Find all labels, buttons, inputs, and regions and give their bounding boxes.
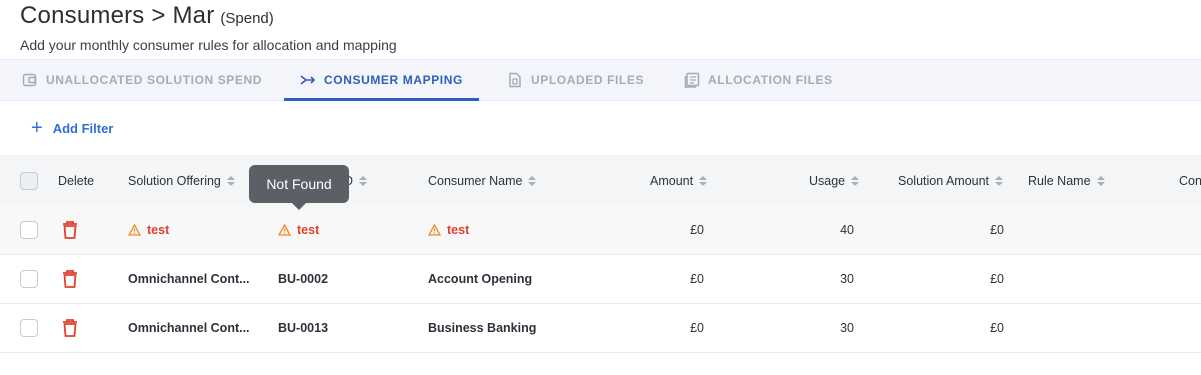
usage-cell: 30 — [840, 321, 854, 335]
page-header: Consumers > Mar (Spend) Add your monthly… — [20, 2, 397, 53]
solution-amount-cell: £0 — [990, 272, 1004, 286]
id-cell: BU-0002 — [278, 272, 329, 286]
page-title: Consumers > Mar (Spend) — [20, 2, 397, 30]
consumer-name-cell: test — [428, 206, 469, 254]
column-header-solution-offering[interactable]: Solution Offering — [128, 155, 235, 206]
column-header-usage[interactable]: Usage — [809, 155, 860, 206]
page-subtitle: Add your monthly consumer rules for allo… — [20, 37, 397, 53]
add-filter-button[interactable]: + Add Filter — [31, 118, 113, 138]
sort-icon — [995, 175, 1004, 186]
tab-unallocated-solution-spend[interactable]: UNALLOCATED SOLUTION SPEND — [22, 60, 262, 100]
tab-consumer-mapping[interactable]: CONSUMER MAPPING — [284, 60, 479, 101]
warning-icon — [278, 224, 291, 236]
amount-cell: £0 — [690, 272, 704, 286]
id-cell: BU-0013 — [278, 321, 329, 335]
not-found-tooltip: Not Found — [249, 165, 349, 210]
tab-label: UPLOADED FILES — [531, 73, 645, 87]
consumer-name-cell: Business Banking — [428, 321, 537, 335]
consumer-name-cell: Account Opening — [428, 272, 533, 286]
sort-icon — [1096, 175, 1105, 186]
amount-cell: £0 — [690, 223, 704, 237]
sort-icon — [851, 175, 860, 186]
tab-label: UNALLOCATED SOLUTION SPEND — [46, 73, 263, 87]
column-header-rule-name[interactable]: Rule Name — [1028, 155, 1105, 206]
table-row: Omnichannel Cont... BU-0002 Account Open… — [0, 255, 1201, 304]
warning-icon — [128, 224, 141, 236]
delete-icon[interactable] — [61, 206, 79, 254]
sort-icon — [226, 175, 235, 186]
tab-label: ALLOCATION FILES — [708, 73, 833, 87]
tab-bar: UNALLOCATED SOLUTION SPEND CONSUMER MAPP… — [0, 59, 1201, 101]
column-header-delete: Delete — [58, 173, 95, 188]
sort-icon — [528, 175, 537, 186]
warning-icon — [428, 224, 441, 236]
add-filter-label: Add Filter — [52, 120, 114, 136]
mapping-arrow-icon — [300, 72, 316, 88]
plus-icon: + — [31, 117, 43, 139]
tab-label: CONSUMER MAPPING — [324, 73, 463, 87]
delete-icon[interactable] — [61, 255, 79, 303]
usage-cell: 30 — [840, 272, 854, 286]
wallet-icon — [22, 72, 38, 88]
select-all-checkbox[interactable] — [20, 155, 38, 206]
file-icon — [507, 72, 523, 88]
page-title-text: Consumers > Mar — [20, 2, 215, 29]
tab-uploaded-files[interactable]: UPLOADED FILES — [507, 60, 644, 100]
row-checkbox[interactable] — [20, 255, 38, 303]
amount-cell: £0 — [690, 321, 704, 335]
solution-offering-cell: test — [128, 206, 169, 254]
solution-amount-cell: £0 — [990, 321, 1004, 335]
sort-icon — [699, 175, 708, 186]
sort-icon — [359, 175, 368, 186]
solution-offering-cell: Omnichannel Cont... — [128, 321, 250, 335]
usage-cell: 40 — [840, 223, 854, 237]
row-checkbox[interactable] — [20, 304, 38, 352]
column-header-con[interactable]: Con — [1179, 155, 1201, 206]
table-row: test test test £0 40 £0 — [0, 206, 1201, 255]
solution-offering-cell: Omnichannel Cont... — [128, 272, 250, 286]
tab-allocation-files[interactable]: ALLOCATION FILES — [684, 60, 833, 100]
row-checkbox[interactable] — [20, 206, 38, 254]
page-title-suffix: (Spend) — [220, 10, 274, 27]
delete-icon[interactable] — [61, 304, 79, 352]
table-header: Delete Solution Offering D Consumer Name… — [0, 155, 1201, 206]
document-list-icon — [684, 72, 700, 88]
consumer-mapping-table: Delete Solution Offering D Consumer Name… — [0, 155, 1201, 353]
column-header-solution-amount[interactable]: Solution Amount — [898, 155, 1004, 206]
column-header-consumer-name[interactable]: Consumer Name — [428, 155, 537, 206]
table-row: Omnichannel Cont... BU-0013 Business Ban… — [0, 304, 1201, 353]
solution-amount-cell: £0 — [990, 223, 1004, 237]
column-header-amount[interactable]: Amount — [650, 155, 708, 206]
id-cell: test — [278, 206, 319, 254]
